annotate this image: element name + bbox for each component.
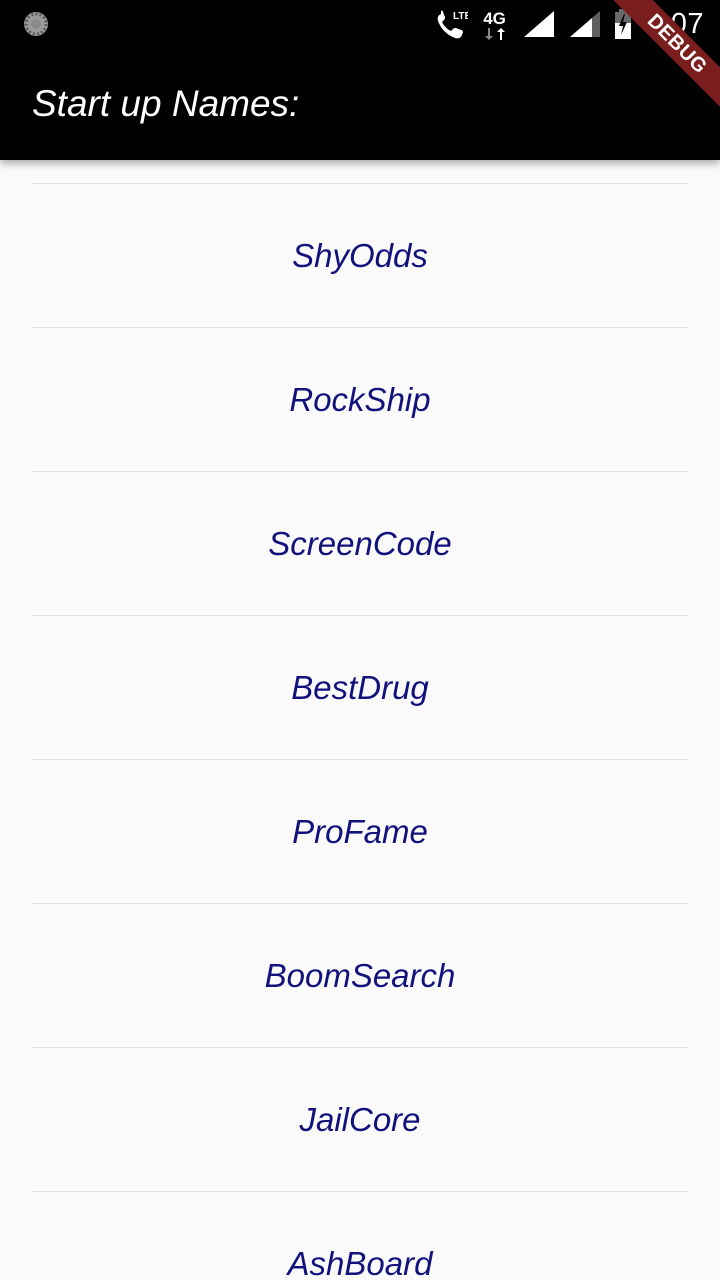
status-bar: LTE 4G 4:07 [0,0,720,48]
list-item-label: ScreenCode [268,524,452,562]
list-item-label: ProFame [292,812,428,850]
app-bar: Start up Names: [0,48,720,160]
battery-icon [614,9,631,39]
list-item[interactable]: RockShip [0,328,720,471]
list-item[interactable]: ProFame [0,760,720,903]
list-item[interactable]: AshBoard [0,1192,720,1280]
list-item-label: BoomSearch [264,956,456,994]
signal-icon-2 [569,11,600,37]
list-item-label: AshBoard [287,1244,433,1280]
list-item[interactable]: ScreenCode [0,472,720,615]
network-type-label: 4G [483,9,506,28]
loading-spinner-icon [24,12,48,36]
list-item-label: RockShip [289,380,431,418]
list-item[interactable]: JailCore [0,1048,720,1191]
status-icons: LTE 4G 4:07 [434,0,704,48]
phone-lte-icon: LTE [437,10,468,39]
startup-names-list-content: ShyOdds RockShip ScreenCode BestDrug ProFame… [0,183,720,1280]
4g-data-icon: 4G [480,6,510,42]
list-item-label: BestDrug [291,668,429,706]
list-item[interactable]: BestDrug [0,616,720,759]
startup-names-list[interactable]: ShyOdds RockShip ScreenCode BestDrug ProFame… [0,160,720,1280]
app-bar-title: Start up Names: [32,83,300,124]
lte-badge: LTE [453,11,468,22]
data-activity-arrows-icon [484,28,505,40]
list-item-label: JailCore [299,1100,421,1138]
list-item-label: ShyOdds [292,236,428,274]
list-item[interactable]: BoomSearch [0,904,720,1047]
list-item[interactable]: ShyOdds [0,184,720,327]
app-screen: LTE 4G 4:07 Start up Names: DEBUG ShyOdd… [0,0,720,1280]
status-time: 4:07 [645,7,704,40]
signal-icon [523,11,554,37]
